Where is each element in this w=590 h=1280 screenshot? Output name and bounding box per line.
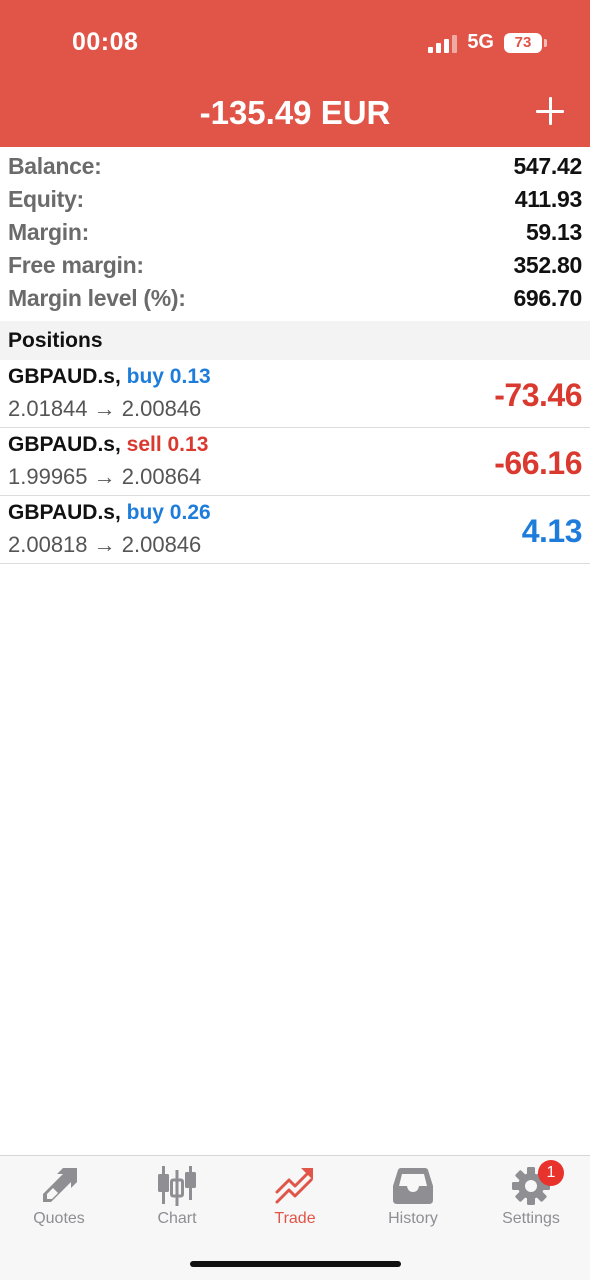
summary-row-margin-level: Margin level (%): 696.70 — [0, 282, 590, 315]
position-profit: 4.13 — [521, 513, 583, 549]
position-prices: 2.00818 → 2.00846 — [8, 532, 202, 557]
position-side-volume: buy 0.26 — [126, 501, 211, 524]
inbox-tray-icon — [393, 1168, 433, 1204]
tab-chart[interactable]: Chart — [118, 1156, 236, 1236]
position-prices: 1.99965 → 2.00864 — [8, 464, 202, 489]
position-profit: -66.16 — [494, 445, 582, 481]
plus-icon[interactable] — [536, 97, 564, 125]
position-row[interactable]: GBPAUD.s, buy 0.26 2.00818 → 2.00846 4.1… — [0, 496, 590, 564]
battery-icon: 73 — [504, 32, 547, 53]
battery-level: 73 — [514, 34, 532, 51]
network-type: 5G — [467, 31, 494, 53]
summary-row-margin: Margin: 59.13 — [0, 216, 590, 249]
candlestick-icon — [158, 1166, 196, 1206]
positions-list: GBPAUD.s, buy 0.13 2.01844 → 2.00846 -73… — [0, 360, 590, 564]
signal-icon — [428, 33, 458, 53]
tab-label: Settings — [502, 1210, 560, 1227]
position-row[interactable]: GBPAUD.s, sell 0.13 1.99965 → 2.00864 -6… — [0, 428, 590, 496]
trade-screen: 00:08 5G 73 -135.49 EUR Balance: 547.42 … — [0, 0, 590, 1280]
tab-label: Chart — [157, 1210, 197, 1227]
status-indicators: 5G 73 — [428, 31, 547, 54]
position-symbol: GBPAUD.s, — [8, 501, 121, 524]
summary-row-equity: Equity: 411.93 — [0, 183, 590, 216]
summary-value: 696.70 — [513, 285, 582, 311]
summary-label: Margin level (%): — [8, 285, 186, 311]
tab-trade[interactable]: Trade — [236, 1156, 354, 1236]
tab-settings[interactable]: 1 Settings — [472, 1156, 590, 1236]
status-time: 00:08 — [72, 28, 139, 56]
summary-row-balance: Balance: 547.42 — [0, 150, 590, 183]
summary-value: 547.42 — [513, 153, 582, 179]
position-prices: 2.01844 → 2.00846 — [8, 396, 202, 421]
summary-label: Margin: — [8, 219, 89, 245]
quotes-arrows-icon — [43, 1168, 77, 1202]
summary-value: 352.80 — [513, 252, 582, 278]
summary-value: 411.93 — [514, 186, 583, 212]
summary-label: Balance: — [8, 153, 102, 179]
position-symbol: GBPAUD.s, — [8, 433, 121, 456]
positions-title: Positions — [8, 329, 103, 352]
tab-quotes[interactable]: Quotes — [0, 1156, 118, 1236]
trade-trend-icon — [275, 1168, 313, 1204]
position-side-volume: sell 0.13 — [126, 433, 209, 456]
position-row[interactable]: GBPAUD.s, buy 0.13 2.01844 → 2.00846 -73… — [0, 360, 590, 428]
position-profit: -73.46 — [494, 377, 582, 413]
positions-section-header: Positions — [0, 321, 590, 360]
tab-history[interactable]: History — [354, 1156, 472, 1236]
home-indicator[interactable] — [190, 1261, 401, 1267]
position-side-volume: buy 0.13 — [126, 365, 211, 388]
tab-label: Quotes — [33, 1210, 85, 1227]
summary-label: Free margin: — [8, 252, 144, 278]
tab-label: History — [388, 1210, 438, 1227]
header-bar: 00:08 5G 73 -135.49 EUR — [0, 0, 590, 147]
summary-value: 59.13 — [525, 219, 582, 245]
floating-profit-title: -135.49 EUR — [199, 94, 391, 131]
summary-label: Equity: — [8, 186, 84, 212]
position-symbol: GBPAUD.s, — [8, 365, 121, 388]
notification-badge: 1 — [538, 1160, 564, 1186]
tab-label: Trade — [274, 1210, 316, 1227]
account-summary: Balance: 547.42 Equity: 411.93 Margin: 5… — [0, 150, 590, 315]
summary-row-free-margin: Free margin: 352.80 — [0, 249, 590, 282]
